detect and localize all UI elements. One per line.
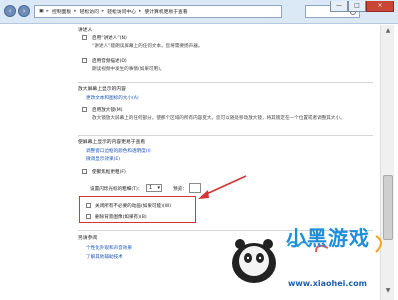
watermark-brand: 小黑游戏 (286, 226, 370, 250)
watermark-url: www.xiaohei.com (288, 279, 367, 288)
window: ‹ › ▣ ▸ 控制面板 ▸ 轻松访问 ▸ 轻松访问中心 ▸ 使计算机更易于查看… (0, 0, 398, 300)
